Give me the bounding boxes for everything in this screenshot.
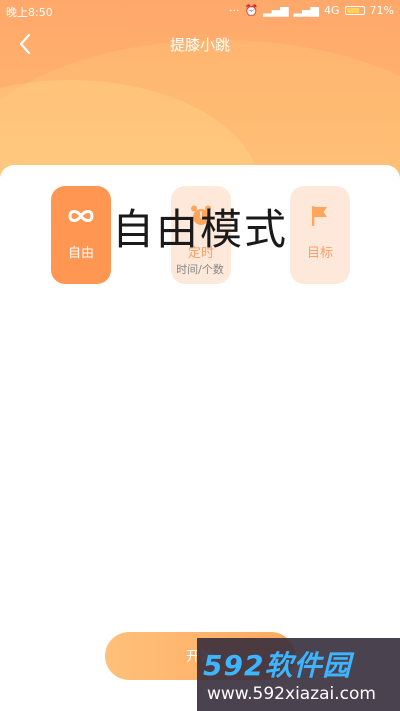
alarm-status-icon: ⏰ bbox=[244, 4, 259, 17]
page-title: 提膝小跳 bbox=[169, 36, 230, 54]
signal-icon-2: ▂▄▆ bbox=[293, 4, 320, 17]
watermark-overlay: 592软件园 www.592xiazai.com bbox=[197, 638, 400, 711]
status-bar: 晚上8:50 ··· ⏰ ▂▄▆ ▂▄▆ 4G 71% bbox=[0, 0, 400, 24]
mode-title: 自由模式 bbox=[111, 205, 288, 254]
status-time: 晚上8:50 bbox=[6, 6, 53, 19]
watermark-url: www.592xiazai.com bbox=[207, 684, 376, 704]
battery-icon bbox=[344, 6, 365, 15]
more-dots-icon: ··· bbox=[229, 4, 240, 17]
status-icons: ··· ⏰ ▂▄▆ ▂▄▆ 4G 71% bbox=[229, 4, 394, 17]
signal-icon: ▂▄▆ bbox=[263, 4, 289, 17]
battery-percent: 71% bbox=[369, 4, 394, 17]
mode-subtitle: 时间/个数 bbox=[176, 263, 224, 276]
network-label: 4G bbox=[324, 4, 340, 17]
watermark-logo: 592软件园 bbox=[203, 649, 352, 682]
